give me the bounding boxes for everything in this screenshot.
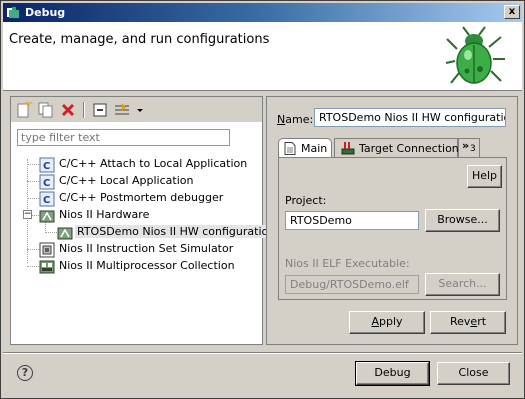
tree-item-label: Nios II Hardware: [59, 208, 150, 221]
debug-button[interactable]: Debug: [355, 361, 430, 386]
svg-text:C: C: [43, 161, 50, 172]
elf-field[interactable]: Debug/RTOSDemo.elf: [285, 275, 419, 294]
c-config-icon: C: [39, 157, 55, 173]
search-button[interactable]: Search...: [425, 273, 500, 296]
revert-button[interactable]: Revert: [430, 311, 506, 334]
debug-banner-bug-icon: [445, 26, 505, 84]
config-name-input[interactable]: RTOSDemo Nios II HW configuration: [314, 108, 506, 127]
window-title: Debug: [25, 6, 66, 19]
elf-label: Nios II ELF Executable:: [285, 257, 410, 270]
name-label: Name:: [277, 113, 314, 126]
tree-item-nios-multi[interactable]: Nios II Multiprocessor Collection: [39, 258, 261, 275]
tree-item-label: RTOSDemo Nios II HW configuration: [75, 225, 278, 238]
footer-separator: [3, 352, 522, 354]
apply-button[interactable]: Apply: [349, 311, 425, 334]
debug-dialog: Debug x Create, manage, and run configur…: [0, 0, 525, 399]
duplicate-config-icon[interactable]: [37, 101, 55, 119]
configuration-list-pane: C C/C++ Attach to Local Application C C/…: [10, 96, 278, 345]
tree-item-cpp-attach[interactable]: C C/C++ Attach to Local Application: [39, 156, 261, 173]
project-field[interactable]: RTOSDemo: [285, 211, 419, 230]
config-tabs: Main Target Connection » 3: [278, 138, 507, 158]
collapse-all-icon[interactable]: [91, 101, 109, 119]
browse-button[interactable]: Browse...: [425, 209, 500, 232]
help-button[interactable]: Help: [467, 165, 502, 188]
tree-item-cpp-local[interactable]: C C/C++ Local Application: [39, 173, 261, 190]
tree-item-label: C/C++ Local Application: [59, 174, 194, 187]
dialog-header: Create, manage, and run configurations: [3, 22, 522, 91]
collapse-toggle-icon[interactable]: −: [23, 210, 32, 219]
tab-overflow[interactable]: » 3: [458, 138, 480, 158]
title-bar: Debug x: [3, 3, 522, 22]
tree-item-label: C/C++ Postmortem debugger: [59, 191, 224, 204]
tree-item-nios-iss[interactable]: Nios II Instruction Set Simulator: [39, 241, 261, 258]
close-button[interactable]: Close: [437, 362, 510, 385]
project-label: Project:: [285, 194, 327, 207]
tree-item-nios-hardware[interactable]: Nios II Hardware: [39, 207, 261, 224]
tree-item-label: Nios II Instruction Set Simulator: [59, 242, 234, 255]
filter-input[interactable]: [17, 129, 230, 146]
view-menu-chevron-down-icon[interactable]: [135, 101, 145, 119]
nios-hw-icon: [39, 210, 55, 223]
main-tab-page-icon: [284, 142, 296, 155]
target-connection-icon: [341, 142, 355, 155]
config-toolbar: [11, 97, 262, 123]
tree-item-label: C/C++ Attach to Local Application: [59, 157, 248, 170]
configuration-editor-pane: Name: RTOSDemo Nios II HW configuration …: [266, 96, 518, 345]
svg-text:C: C: [43, 195, 50, 206]
overflow-chevron-icon: »: [462, 139, 470, 152]
svg-text:C: C: [43, 178, 50, 189]
filter-config-icon[interactable]: [113, 101, 131, 119]
help-icon[interactable]: ?: [17, 365, 33, 381]
tab-main[interactable]: Main: [278, 138, 332, 158]
tree-item-cpp-postmortem[interactable]: C C/C++ Postmortem debugger: [39, 190, 261, 207]
c-config-icon: C: [39, 191, 55, 207]
nios-multi-icon: [39, 260, 55, 274]
debug-bug-icon: [7, 7, 19, 18]
tree-item-label: Nios II Multiprocessor Collection: [59, 259, 235, 272]
main-tab-panel: Help Project: RTOSDemo Browse... Nios II…: [278, 157, 507, 300]
tree-item-rtosdemo-config[interactable]: RTOSDemo Nios II HW configuration: [57, 224, 278, 241]
nios-hw-config-icon: [57, 227, 73, 240]
new-config-icon[interactable]: [15, 101, 33, 119]
c-config-icon: C: [39, 174, 55, 190]
nios-iss-icon: [39, 242, 55, 258]
tab-target-connection[interactable]: Target Connection: [334, 138, 459, 158]
close-window-button[interactable]: x: [504, 5, 520, 19]
header-title: Create, manage, and run configurations: [9, 32, 270, 47]
delete-config-icon[interactable]: [59, 101, 77, 119]
